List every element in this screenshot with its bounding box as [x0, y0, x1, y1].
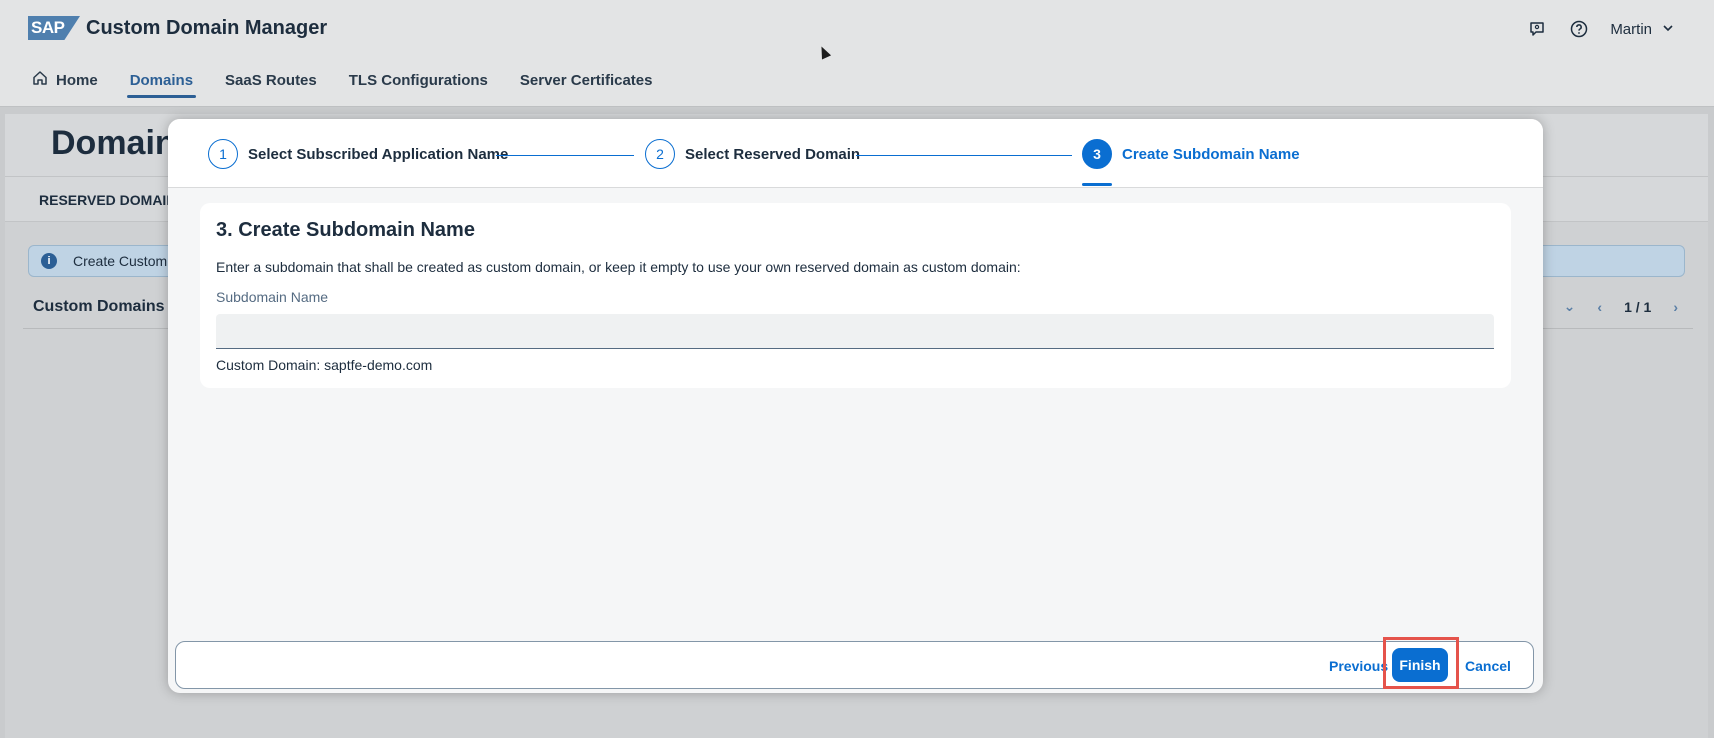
shell-actions: Martin: [1526, 18, 1674, 40]
user-menu[interactable]: Martin: [1610, 21, 1674, 38]
create-custom-domain-dialog: 1 Select Subscribed Application Name 2 S…: [168, 119, 1543, 693]
help-icon[interactable]: [1568, 18, 1590, 40]
wizard-step-2[interactable]: 2 Select Reserved Domain: [645, 139, 860, 169]
finish-button[interactable]: Finish: [1392, 648, 1448, 682]
step-content-card: 3. Create Subdomain Name Enter a subdoma…: [200, 203, 1511, 388]
nav-saas-routes[interactable]: SaaS Routes: [225, 70, 317, 98]
previous-button[interactable]: Previous: [1329, 658, 1388, 674]
chevron-left-icon[interactable]: ‹: [1597, 299, 1602, 315]
info-icon: i: [41, 253, 57, 269]
step-connector: [496, 155, 634, 156]
chevron-down-icon: [1662, 21, 1674, 38]
pager-text: 1 / 1: [1624, 298, 1652, 315]
app-title: Custom Domain Manager: [86, 17, 328, 39]
tab-reserved-domains[interactable]: RESERVED DOMAIN: [39, 192, 176, 208]
dialog-footer: Previous Finish Cancel: [175, 637, 1534, 689]
shell-bar: SAP Custom Domain Manager Martin Home Do…: [0, 0, 1714, 107]
feedback-icon[interactable]: [1526, 18, 1548, 40]
step-label: Select Reserved Domain: [685, 145, 861, 163]
nav-tls-configurations[interactable]: TLS Configurations: [349, 70, 488, 98]
nav-home-label: Home: [56, 71, 98, 89]
cancel-button[interactable]: Cancel: [1465, 658, 1511, 674]
wizard-step-3[interactable]: 3 Create Subdomain Name: [1082, 139, 1300, 169]
table-title: Custom Domains: [33, 298, 165, 315]
wizard-progress-bar: 1 Select Subscribed Application Name 2 S…: [168, 119, 1543, 188]
custom-domain-preview: Custom Domain: saptfe-demo.com: [216, 357, 433, 373]
step-connector: [856, 155, 1072, 156]
sap-logo: SAP: [28, 16, 80, 40]
step-label: Select Subscribed Application Name: [248, 145, 509, 163]
home-icon: [32, 70, 48, 90]
section-title: 3. Create Subdomain Name: [216, 219, 475, 241]
page-title: Domain: [51, 124, 176, 162]
step-number: 3: [1082, 139, 1112, 169]
step-number: 2: [645, 139, 675, 169]
subdomain-name-input[interactable]: [216, 314, 1494, 349]
nav-home[interactable]: Home: [32, 70, 98, 98]
chevron-right-icon[interactable]: ›: [1673, 299, 1678, 315]
section-description: Enter a subdomain that shall be created …: [216, 259, 1021, 275]
nav-domains[interactable]: Domains: [126, 70, 197, 98]
user-name: Martin: [1610, 20, 1652, 38]
step-number: 1: [208, 139, 238, 169]
nav-server-certificates[interactable]: Server Certificates: [520, 70, 653, 98]
step-label: Create Subdomain Name: [1122, 145, 1300, 163]
info-message-text: Create Custom I: [73, 253, 175, 269]
table-pager: ⌄ ‹ 1 / 1 ›: [1564, 298, 1678, 315]
subdomain-name-label: Subdomain Name: [216, 289, 329, 305]
current-step-indicator: [1082, 183, 1112, 186]
chevron-down-icon[interactable]: ⌄: [1564, 298, 1576, 315]
wizard-step-1[interactable]: 1 Select Subscribed Application Name: [208, 139, 508, 169]
main-navigation: Home Domains SaaS Routes TLS Configurati…: [32, 70, 652, 98]
